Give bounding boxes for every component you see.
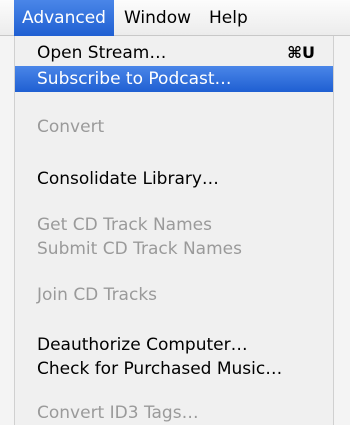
menu-advanced[interactable]: Advanced bbox=[14, 0, 114, 36]
menu-item-label: Get CD Track Names bbox=[37, 215, 212, 235]
menubar: Advanced Window Help bbox=[0, 0, 350, 36]
menu-item-open-stream[interactable]: Open Stream… ⌘U bbox=[15, 40, 333, 66]
menu-item-label: Subscribe to Podcast… bbox=[37, 69, 232, 89]
menu-item-submit-cd-track-names: Submit CD Track Names bbox=[15, 236, 333, 262]
menu-item-convert-id3-tags: Convert ID3 Tags… bbox=[15, 400, 333, 425]
menu-item-check-for-purchased-music[interactable]: Check for Purchased Music… bbox=[15, 356, 333, 382]
menu-separator bbox=[15, 98, 333, 99]
menu-separator bbox=[15, 146, 333, 147]
menu-separator bbox=[15, 268, 333, 269]
menu-item-convert: Convert bbox=[15, 114, 333, 140]
menu-item-label: Convert ID3 Tags… bbox=[37, 403, 199, 423]
menu-item-label: Check for Purchased Music… bbox=[37, 359, 283, 379]
menu-window[interactable]: Window bbox=[116, 0, 199, 36]
menu-separator bbox=[15, 198, 333, 199]
menu-separator bbox=[15, 314, 333, 315]
menu-item-label: Deauthorize Computer… bbox=[37, 335, 248, 355]
menu-item-consolidate-library[interactable]: Consolidate Library… bbox=[15, 166, 333, 192]
menu-help[interactable]: Help bbox=[201, 0, 256, 36]
menu-item-label: Submit CD Track Names bbox=[37, 239, 242, 259]
menu-item-label: Join CD Tracks bbox=[37, 285, 158, 305]
menu-item-deauthorize-computer[interactable]: Deauthorize Computer… bbox=[15, 332, 333, 358]
menu-item-join-cd-tracks: Join CD Tracks bbox=[15, 282, 333, 308]
menu-item-label: Convert bbox=[37, 117, 105, 137]
menu-item-label: Open Stream… bbox=[37, 43, 167, 63]
menu-item-label: Consolidate Library… bbox=[37, 169, 219, 189]
menu-item-subscribe-to-podcast[interactable]: Subscribe to Podcast… bbox=[15, 66, 333, 92]
shortcut-cmd-u: ⌘U bbox=[287, 43, 315, 62]
menu-item-get-cd-track-names: Get CD Track Names bbox=[15, 212, 333, 238]
screen: Advanced Window Help Open Stream… ⌘U Sub… bbox=[0, 0, 350, 425]
advanced-menu-dropdown: Open Stream… ⌘U Subscribe to Podcast… Co… bbox=[14, 36, 334, 425]
menu-separator bbox=[15, 388, 333, 389]
